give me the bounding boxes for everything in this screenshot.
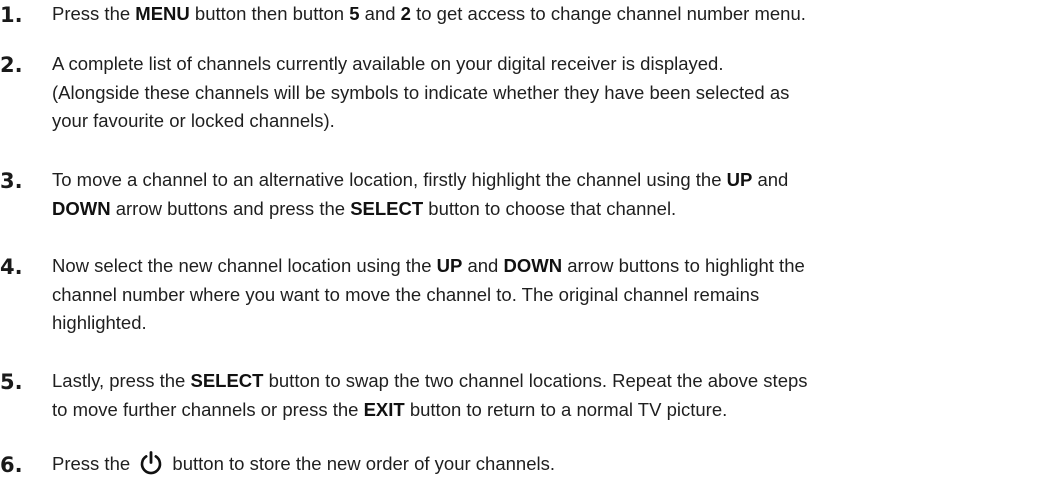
text-run: Press the xyxy=(52,3,136,24)
step-number: 4. xyxy=(0,255,23,279)
text-run: and xyxy=(462,255,504,276)
menu-button-name: MENU xyxy=(135,3,190,24)
button-5-name: 5 xyxy=(349,3,360,24)
text-run: Lastly, press the xyxy=(52,370,191,391)
text-run: button to return to a normal TV picture. xyxy=(404,398,728,420)
select-button-name: SELECT xyxy=(350,197,424,219)
step-text: To move a channel to an alternative loca… xyxy=(52,166,1042,223)
step-line: your favourite or locked channels). xyxy=(52,110,335,131)
step-number: 5. xyxy=(0,370,23,394)
step-text: Press the MENU button then button 5 and … xyxy=(52,0,1042,29)
down-button-name: DOWN xyxy=(503,255,563,276)
text-run: To move a channel to an alternative loca… xyxy=(52,169,727,190)
step-line: channel number where you want to move th… xyxy=(52,283,760,305)
text-run: to get access to change channel number m… xyxy=(410,3,806,24)
text-run: arrow buttons and press the xyxy=(110,197,351,219)
text-run: button to swap the two channel locations… xyxy=(263,370,808,391)
text-run: button to choose that channel. xyxy=(423,197,677,219)
text-run: to move further channels or press the xyxy=(52,398,364,420)
text-run: button to store the new order of your ch… xyxy=(167,453,556,474)
step-line: Press the MENU button then button 5 and … xyxy=(52,0,1042,29)
text-run: and xyxy=(359,3,401,24)
step-text: A complete list of channels currently av… xyxy=(52,50,1042,136)
step-line: A complete list of channels currently av… xyxy=(52,53,724,74)
text-run: button then button xyxy=(189,3,350,24)
step-number: 2. xyxy=(0,53,23,77)
step-text: Press the button to store the new order … xyxy=(52,450,1042,479)
step-line: To move a channel to an alternative loca… xyxy=(52,166,1042,195)
step-line: DOWN arrow buttons and press the SELECT … xyxy=(52,195,1042,224)
step-line: Lastly, press the SELECT button to swap … xyxy=(52,367,1042,396)
step-text: Now select the new channel location usin… xyxy=(52,252,1042,338)
text-run: and xyxy=(752,169,789,190)
step-line: to move further channels or press the EX… xyxy=(52,396,1042,425)
step-line: highlighted. xyxy=(52,312,147,333)
button-2-name: 2 xyxy=(400,3,411,24)
up-button-name: UP xyxy=(436,255,463,276)
up-button-name: UP xyxy=(726,169,753,190)
step-line: Press the button to store the new order … xyxy=(52,450,1042,479)
exit-button-name: EXIT xyxy=(363,398,405,420)
down-button-name: DOWN xyxy=(52,197,111,219)
step-line: (Alongside these channels will be symbol… xyxy=(52,81,790,103)
step-number: 3. xyxy=(0,169,23,193)
select-button-name: SELECT xyxy=(190,370,264,391)
step-number: 1. xyxy=(0,3,23,27)
power-icon xyxy=(138,450,164,476)
text-run: Press the xyxy=(52,453,136,474)
step-text: Lastly, press the SELECT button to swap … xyxy=(52,367,1042,424)
text-run: arrow buttons to highlight the xyxy=(562,255,805,276)
text-run: Now select the new channel location usin… xyxy=(52,255,437,276)
step-line: Now select the new channel location usin… xyxy=(52,252,1042,281)
